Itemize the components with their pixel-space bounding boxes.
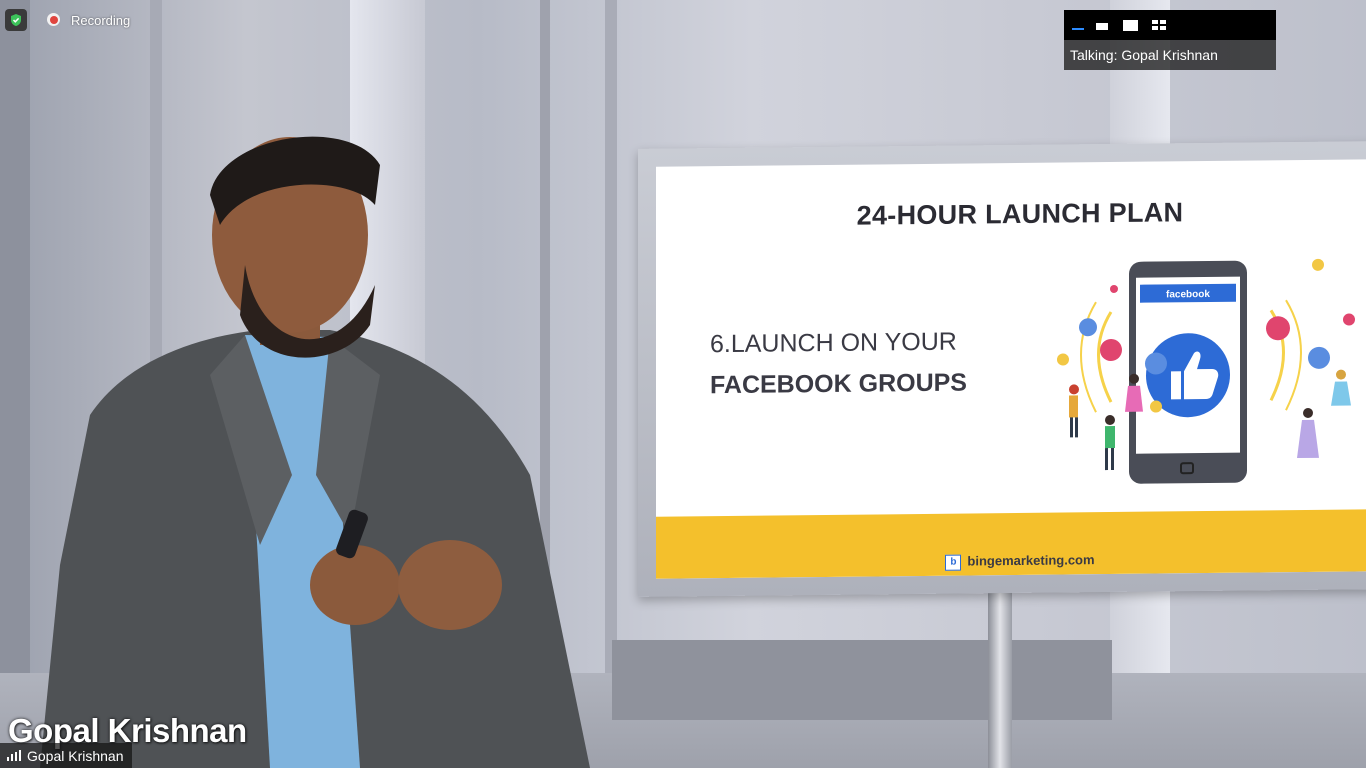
signal-bars-icon [7,750,21,761]
slide-point-text: 6.LAUNCH ON YOUR [710,327,957,359]
site-logo-icon: b [945,554,962,571]
recording-label: Recording [71,13,131,28]
background-panel [0,0,30,768]
gallery-view-icon[interactable] [1151,18,1171,32]
board-stand [988,590,1012,768]
phone-banner-label: facebook [1166,289,1210,300]
slide-point-emphasis: FACEBOOK GROUPS [710,368,967,400]
slide-footer-url: bingemarketing.com [967,552,1095,569]
speaker-view-icon[interactable] [1122,18,1142,32]
slide-title: 24-HOUR LAUNCH PLAN [856,197,1184,231]
thumbnail-view-icon[interactable] [1094,18,1114,32]
video-stage: 24-HOUR LAUNCH PLAN 6.LAUNCH ON YOUR FAC… [0,0,1366,768]
presenter-video [40,136,590,768]
recording-indicator-icon [47,13,60,26]
social-phone-illustration: facebook [1057,258,1355,484]
participant-name-tag: Gopal Krishnan [0,743,132,768]
active-speaker-indicator: Talking: Gopal Krishnan [1064,40,1276,70]
security-badge[interactable] [5,9,27,31]
participant-name: Gopal Krishnan [27,747,124,764]
view-switcher [1064,10,1276,40]
shield-check-icon [11,14,21,26]
studio-platform [612,640,1112,720]
minimize-view-icon[interactable] [1070,18,1090,32]
presentation-slide: 24-HOUR LAUNCH PLAN 6.LAUNCH ON YOUR FAC… [656,159,1366,579]
